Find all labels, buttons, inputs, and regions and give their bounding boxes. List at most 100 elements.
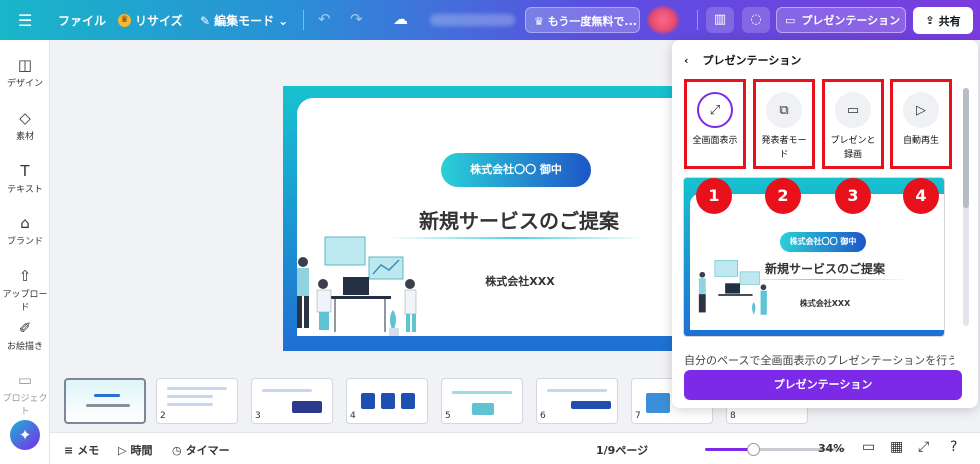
preview-client-pill: 株式会社〇〇 御中 xyxy=(780,232,866,252)
cloud-sync-icon[interactable]: ☁ xyxy=(393,10,408,28)
present-icon: ▭ xyxy=(785,13,796,27)
page-indicator[interactable]: 1/9ページ xyxy=(596,442,648,458)
share-label: 共有 xyxy=(938,14,961,28)
draw-icon: ✐ xyxy=(18,319,32,337)
thumbnail-line xyxy=(167,403,213,406)
left-sidebar: ◫ デザイン ◇ 素材 T テキスト ⌂ ブランド ⇧ アップロード ✐ お絵描… xyxy=(0,40,50,464)
zoom-percentage[interactable]: 34% xyxy=(818,442,844,455)
panel-scrollbar-thumb[interactable] xyxy=(963,88,969,208)
menu-icon[interactable]: ☰ xyxy=(18,11,32,30)
sidebar-item-brand[interactable]: ⌂ ブランド xyxy=(0,214,50,247)
start-presentation-button[interactable]: プレゼンテーション xyxy=(684,370,962,400)
blurred-title xyxy=(430,14,515,26)
sidebar-item-elements[interactable]: ◇ 素材 xyxy=(0,109,50,142)
redo-icon[interactable]: ↷ xyxy=(350,10,363,28)
duration-button[interactable]: ▷ 時間 xyxy=(118,442,152,458)
play-box-icon: ▷ xyxy=(118,443,127,457)
panel-scrollbar[interactable] xyxy=(963,88,969,326)
pencil-icon: ✎ xyxy=(200,13,211,28)
thumbnail-number: 5 xyxy=(445,411,451,421)
sidebar-item-label: デザイン xyxy=(6,79,43,89)
notes-button[interactable]: ≡ メモ xyxy=(64,442,99,458)
sidebar-item-label: お絵描き xyxy=(6,342,43,352)
thumbnail-block xyxy=(571,401,611,409)
annotation-badge-4: 4 xyxy=(903,178,939,214)
comment-icon[interactable]: ◌ xyxy=(742,7,770,33)
bottom-status-bar: ≡ メモ ▷ 時間 ◷ タイマー 1/9ページ 34% ▭ ▦ ⤢ ? xyxy=(50,432,980,464)
annotation-badge-1: 1 xyxy=(696,178,732,214)
slide-title[interactable]: 新規サービスのご提案 xyxy=(384,205,654,234)
option-label: 発表者モード xyxy=(761,136,807,160)
option-presenter-mode[interactable]: ⧉ 発表者モード xyxy=(753,79,815,169)
option-label: 自動再生 xyxy=(902,136,939,146)
annotation-badge-3: 3 xyxy=(835,178,871,214)
top-toolbar: ☰ ファイル ♛ リサイズ ✎ 編集モード ⌄ ↶ ↷ ☁ ♛ もう一度無料で.… xyxy=(0,0,980,40)
help-icon[interactable]: ? xyxy=(950,439,957,455)
notes-label: メモ xyxy=(77,444,100,457)
sidebar-item-design[interactable]: ◫ デザイン xyxy=(0,56,50,89)
option-description: 自分のペースで全画面表示のプレゼンテーションを行うこ xyxy=(684,354,954,366)
grid-view-icon[interactable]: ▦ xyxy=(890,439,903,455)
text-icon: T xyxy=(20,162,30,180)
thumbnail-number: 3 xyxy=(255,411,261,421)
undo-icon[interactable]: ↶ xyxy=(318,10,331,28)
insights-chart-icon[interactable]: ▥ xyxy=(706,7,734,33)
free-trial-button[interactable]: ♛ もう一度無料で... xyxy=(525,7,640,33)
back-chevron-icon[interactable]: ‹ xyxy=(684,54,689,67)
edit-mode-dropdown[interactable]: ✎ 編集モード ⌄ xyxy=(200,12,288,29)
free-trial-label: もう一度無料で... xyxy=(547,15,637,28)
thumbnail-number: 4 xyxy=(350,411,356,421)
page-thumbnail-4[interactable]: 4 xyxy=(346,378,428,424)
notes-view-icon[interactable]: ▭ xyxy=(862,439,875,455)
magic-assistant-button[interactable]: ✦ xyxy=(10,420,40,450)
thumbnail-line xyxy=(547,389,607,392)
edit-mode-label: 編集モード xyxy=(214,14,275,28)
thumbnail-block xyxy=(381,393,395,409)
option-autoplay[interactable]: ▷ 自動再生 xyxy=(890,79,952,169)
slide-client-pill[interactable]: 株式会社〇〇 御中 xyxy=(441,153,591,187)
timer-icon: ◷ xyxy=(172,443,182,457)
share-button[interactable]: ⇪ 共有 xyxy=(913,7,973,34)
page-thumbnail-1[interactable] xyxy=(64,378,146,424)
sparkle-icon: ✦ xyxy=(18,426,32,444)
file-menu-button[interactable]: ファイル xyxy=(58,12,106,29)
sidebar-item-projects[interactable]: ▭ プロジェクト xyxy=(0,371,50,417)
present-button[interactable]: ▭ プレゼンテーション xyxy=(776,7,906,33)
sidebar-item-text[interactable]: T テキスト xyxy=(0,162,50,195)
zoom-slider-handle[interactable] xyxy=(747,443,760,456)
sidebar-item-label: ブランド xyxy=(6,237,43,247)
thumbnail-block xyxy=(401,393,415,409)
duration-label: 時間 xyxy=(130,444,153,457)
panel-header: ‹ プレゼンテーション xyxy=(684,52,801,68)
resize-button[interactable]: ♛ リサイズ xyxy=(118,12,183,29)
option-label: プレゼンと録画 xyxy=(830,136,876,160)
presentation-panel: ‹ プレゼンテーション ⤢ 全画面表示 ⧉ 発表者モード ▭ プレゼンと録画 ▷… xyxy=(672,40,978,408)
thumbnail-number: 8 xyxy=(730,411,736,421)
thumbnail-title-line xyxy=(86,404,130,407)
avatar[interactable] xyxy=(648,7,678,33)
resize-label: リサイズ xyxy=(135,14,183,28)
timer-button[interactable]: ◷ タイマー xyxy=(172,442,230,458)
fullscreen-icon[interactable]: ⤢ xyxy=(918,439,929,455)
thumbnail-block xyxy=(361,393,375,409)
panel-title: プレゼンテーション xyxy=(702,54,802,67)
page-thumbnail-5[interactable]: 5 xyxy=(441,378,523,424)
sidebar-item-label: プロジェクト xyxy=(2,394,48,417)
sidebar-item-upload[interactable]: ⇧ アップロード xyxy=(0,267,50,313)
option-present-and-record[interactable]: ▭ プレゼンと録画 xyxy=(822,79,884,169)
presenter-screens-icon: ⧉ xyxy=(766,92,802,128)
option-fullscreen[interactable]: ⤢ 全画面表示 xyxy=(684,79,746,169)
thumbnail-block xyxy=(292,401,322,413)
present-label: プレゼンテーション xyxy=(801,14,901,27)
thumbnail-pill xyxy=(94,394,120,397)
page-thumbnail-6[interactable]: 6 xyxy=(536,378,618,424)
video-camera-icon: ▭ xyxy=(835,92,871,128)
page-thumbnail-3[interactable]: 3 xyxy=(251,378,333,424)
slide-title-underline xyxy=(386,237,648,239)
sidebar-item-draw[interactable]: ✐ お絵描き xyxy=(0,319,50,352)
upload-icon: ⇧ xyxy=(18,267,32,285)
slide-company-name[interactable]: 株式会社XXX xyxy=(470,273,570,289)
share-icon: ⇪ xyxy=(925,14,935,27)
page-thumbnail-2[interactable]: 2 xyxy=(156,378,238,424)
chevron-down-icon: ⌄ xyxy=(278,13,289,28)
